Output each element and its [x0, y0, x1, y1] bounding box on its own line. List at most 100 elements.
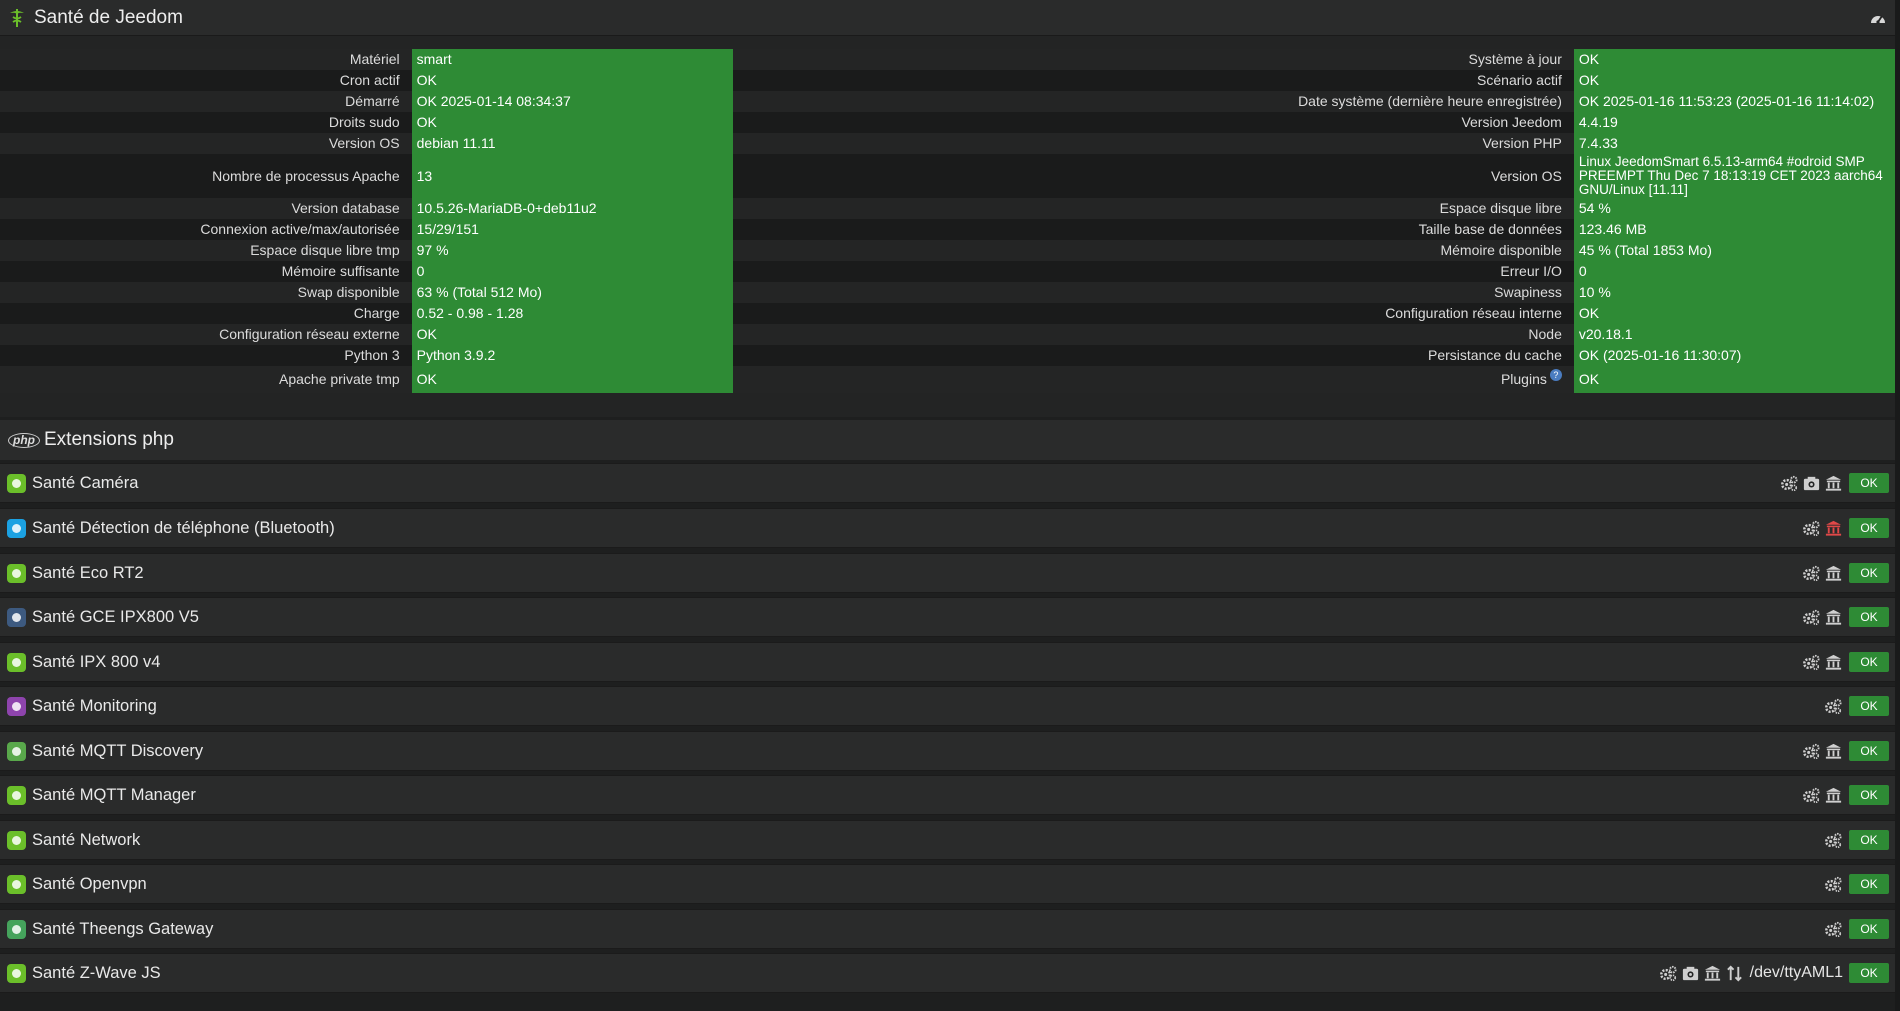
extension-health-row[interactable]: Santé Z-Wave JS/dev/ttyAML1 OK	[0, 953, 1895, 993]
extension-title[interactable]: Santé Eco RT2	[32, 564, 144, 583]
daemon-bank-icon[interactable]	[1703, 964, 1722, 983]
extension-status-badge: OK	[1849, 874, 1889, 894]
dependencies-gears-icon[interactable]	[1659, 964, 1678, 983]
dependencies-gears-icon[interactable]	[1824, 920, 1843, 939]
health-row: Espace disque libre tmp 97 % Mémoire dispo…	[0, 240, 1895, 261]
health-right-value: 7.4.33	[1573, 133, 1895, 154]
extension-health-row[interactable]: Santé Openvpn OK	[0, 864, 1895, 904]
extension-health-row[interactable]: Santé Détection de téléphone (Bluetooth)…	[0, 508, 1895, 548]
daemon-bank-icon[interactable]	[1824, 608, 1843, 627]
plugin-logo-icon	[7, 919, 26, 939]
extension-actions: OK	[1802, 785, 1889, 805]
health-left-value: OK 2025-01-14 08:34:37	[411, 91, 733, 112]
health-row: Nombre de processus Apache 13 Version OS Li…	[0, 154, 1895, 198]
health-right-label: Espace disque libre	[733, 198, 1574, 219]
extension-health-row[interactable]: Santé MQTT Manager OK	[0, 775, 1895, 815]
extension-title[interactable]: Santé Détection de téléphone (Bluetooth)	[32, 519, 335, 538]
health-right-label-text: Version PHP	[1482, 135, 1562, 151]
extension-status-badge: OK	[1849, 741, 1889, 761]
health-right-label: Configuration réseau interne	[733, 303, 1574, 324]
health-left-label: Python 3	[344, 347, 400, 363]
plugin-logo-icon	[7, 473, 26, 493]
extension-health-row[interactable]: Santé MQTT Discovery OK	[0, 731, 1895, 771]
extension-title[interactable]: Santé Caméra	[32, 474, 138, 493]
health-right-label-text: Node	[1528, 326, 1562, 342]
health-right-label: Système à jour	[733, 49, 1574, 70]
daemon-bank-icon[interactable]	[1824, 742, 1843, 761]
health-right-value: OK	[1573, 303, 1895, 324]
extension-actions: OK	[1802, 652, 1889, 672]
daemon-bank-error-icon[interactable]	[1824, 519, 1843, 538]
plugin-logo-icon	[7, 830, 26, 850]
health-right-label-text: Date système (dernière heure enregistrée…	[1298, 93, 1562, 109]
extension-status-badge: OK	[1849, 473, 1889, 493]
daemon-bank-icon[interactable]	[1824, 786, 1843, 805]
dependencies-gears-icon[interactable]	[1802, 608, 1821, 627]
dependencies-gears-icon[interactable]	[1824, 875, 1843, 894]
extension-actions: OK	[1824, 696, 1889, 716]
health-right-value: OK	[1573, 49, 1895, 70]
extension-title[interactable]: Santé Theengs Gateway	[32, 920, 213, 939]
health-right-label-text: Swapiness	[1494, 284, 1562, 300]
health-right-value: v20.18.1	[1573, 324, 1895, 345]
plugin-logo-icon	[7, 563, 26, 583]
dependencies-gears-icon[interactable]	[1802, 564, 1821, 583]
extension-health-row[interactable]: Santé Theengs Gateway OK	[0, 909, 1895, 949]
health-right-value: Linux JeedomSmart 6.5.13-arm64 #odroid S…	[1573, 154, 1895, 198]
camera-media-icon[interactable]	[1802, 474, 1821, 493]
plugin-logo-icon	[7, 696, 26, 716]
plugins-help-icon[interactable]: ?	[1549, 369, 1562, 382]
plugin-logo-icon	[7, 785, 26, 805]
health-left-value: 0.52 - 0.98 - 1.28	[411, 303, 733, 324]
dependencies-gears-icon[interactable]	[1802, 742, 1821, 761]
extension-title[interactable]: Santé Network	[32, 831, 140, 850]
health-right-label-text: Scénario actif	[1477, 72, 1562, 88]
health-right-label-text: Configuration réseau interne	[1385, 305, 1562, 321]
health-row: Cron actif OK Scénario actif OK	[0, 70, 1895, 91]
extension-title[interactable]: Santé Openvpn	[32, 875, 147, 894]
health-right-label-text: Version Jeedom	[1461, 114, 1562, 130]
extension-status-badge: OK	[1849, 518, 1889, 538]
extension-health-row[interactable]: Santé GCE IPX800 V5 OK	[0, 597, 1895, 637]
health-table: Matériel smart Système à jour OK Cron actif O…	[0, 49, 1895, 393]
extension-actions: OK	[1824, 919, 1889, 939]
health-left-label: Version OS	[328, 135, 400, 151]
health-right-label: Version PHP	[733, 133, 1574, 154]
health-row: Démarré OK 2025-01-14 08:34:37 Date systèm…	[0, 91, 1895, 112]
extension-actions: OK	[1802, 518, 1889, 538]
extension-health-row[interactable]: Santé Network OK	[0, 820, 1895, 860]
php-extensions-title: Extensions php	[44, 429, 174, 450]
extension-health-row[interactable]: Santé IPX 800 v4 OK	[0, 642, 1895, 682]
extension-title[interactable]: Santé MQTT Manager	[32, 786, 196, 805]
extension-actions: OK	[1824, 830, 1889, 850]
dependencies-gears-icon[interactable]	[1802, 786, 1821, 805]
health-right-value: OK 2025-01-16 11:53:23 (2025-01-16 11:14…	[1573, 91, 1895, 112]
daemon-bank-icon[interactable]	[1824, 474, 1843, 493]
plugin-logo-icon	[7, 518, 26, 538]
daemon-bank-icon[interactable]	[1824, 564, 1843, 583]
extension-health-row[interactable]: Santé Eco RT2 OK	[0, 553, 1895, 593]
extension-title[interactable]: Santé GCE IPX800 V5	[32, 608, 199, 627]
port-arrows-icon[interactable]	[1725, 964, 1744, 983]
dependencies-gears-icon[interactable]	[1780, 474, 1799, 493]
camera-media-icon[interactable]	[1681, 964, 1700, 983]
dependencies-gears-icon[interactable]	[1802, 519, 1821, 538]
extension-title[interactable]: Santé IPX 800 v4	[32, 653, 160, 672]
dependencies-gears-icon[interactable]	[1824, 697, 1843, 716]
dashboard-gauge-icon[interactable]	[1869, 10, 1887, 26]
extension-health-row[interactable]: Santé Caméra OK	[0, 463, 1895, 503]
health-right-value: OK (2025-01-16 11:30:07)	[1573, 345, 1895, 366]
daemon-bank-icon[interactable]	[1824, 653, 1843, 672]
extension-title[interactable]: Santé Z-Wave JS	[32, 964, 161, 983]
health-left-value: OK	[411, 366, 733, 393]
extension-health-row[interactable]: Santé Monitoring OK	[0, 686, 1895, 726]
extension-status-badge: OK	[1849, 919, 1889, 939]
health-left-value: Python 3.9.2	[411, 345, 733, 366]
dependencies-gears-icon[interactable]	[1824, 831, 1843, 850]
extension-title[interactable]: Santé Monitoring	[32, 697, 157, 716]
dependencies-gears-icon[interactable]	[1802, 653, 1821, 672]
extension-title[interactable]: Santé MQTT Discovery	[32, 742, 203, 761]
health-left-label: Mémoire suffisante	[281, 263, 400, 279]
page-scrollbar[interactable]	[1895, 0, 1900, 1011]
health-title: Santé de Jeedom	[34, 6, 183, 28]
